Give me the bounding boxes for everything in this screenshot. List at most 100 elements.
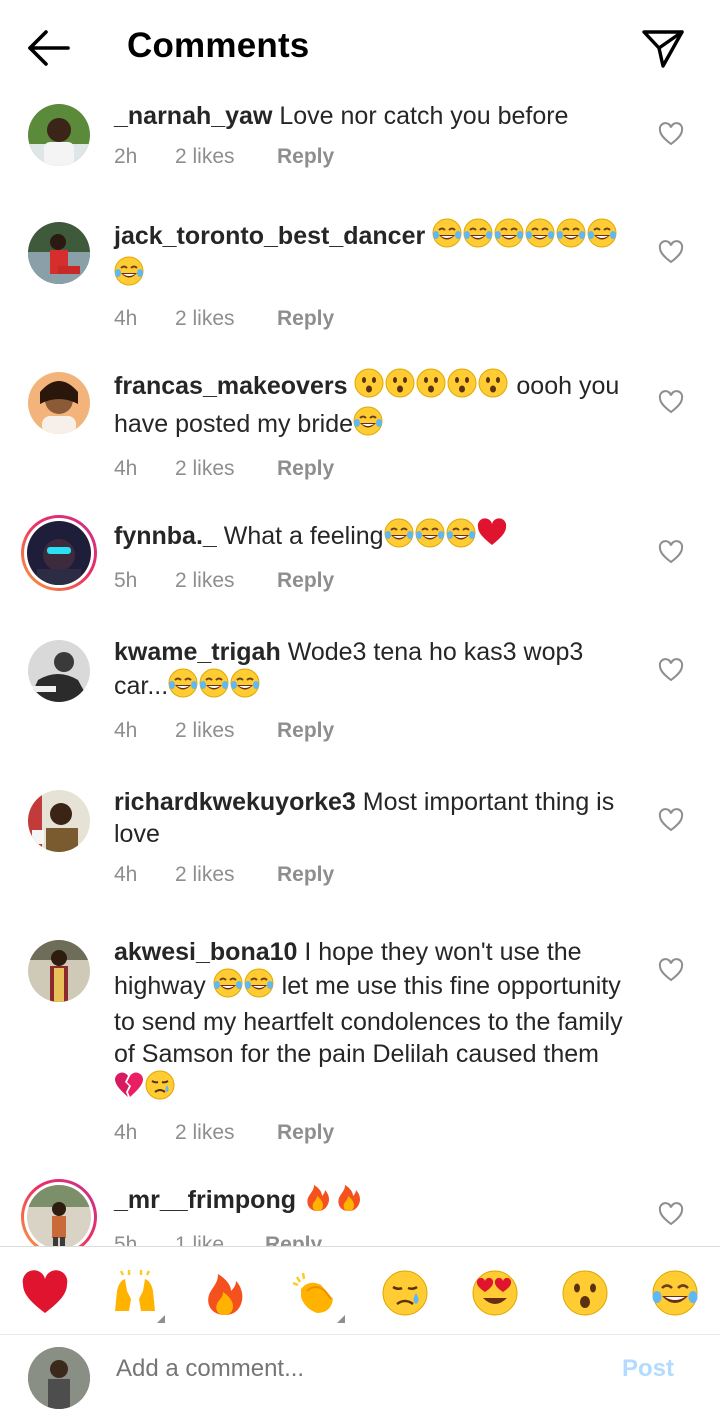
- reaction-red-heart[interactable]: [21, 1269, 69, 1317]
- share-button[interactable]: [640, 24, 686, 70]
- joy-emoji: [587, 218, 617, 256]
- joy-emoji: [353, 406, 383, 444]
- comment-likes[interactable]: 2 likes: [175, 860, 277, 890]
- quick-reactions-bar: [0, 1246, 720, 1335]
- comment-meta: 5h 1 like Reply: [114, 1230, 634, 1246]
- joy-emoji: [114, 256, 144, 294]
- joy-emoji: [494, 218, 524, 256]
- reaction-raising-hands[interactable]: [111, 1269, 165, 1323]
- like-comment-button[interactable]: [658, 808, 684, 832]
- like-comment-button[interactable]: [658, 540, 684, 564]
- comment-username[interactable]: jack_toronto_best_dancer: [114, 222, 425, 250]
- joy-emoji: [244, 968, 274, 1006]
- fire-emoji: [303, 1182, 333, 1220]
- avatar[interactable]: [28, 790, 90, 852]
- broken-heart-emoji: [114, 1070, 144, 1108]
- avatar-story-ring[interactable]: [21, 515, 97, 591]
- comment-likes[interactable]: 2 likes: [175, 454, 277, 484]
- comment-meta: 2h 2 likes Reply: [114, 142, 634, 172]
- heart-outline-icon: [658, 122, 684, 146]
- comment-text: fynnba._ What a feeling: [114, 518, 634, 556]
- avatar[interactable]: [28, 104, 90, 166]
- comment-username[interactable]: _narnah_yaw: [114, 102, 272, 130]
- like-comment-button[interactable]: [658, 122, 684, 146]
- hushed-face-icon: [562, 1270, 608, 1316]
- comment-username[interactable]: fynnba._: [114, 522, 217, 550]
- comment-text: jack_toronto_best_dancer: [114, 218, 634, 294]
- comment-time: 5h: [114, 569, 138, 592]
- avatar[interactable]: [28, 640, 90, 702]
- reaction-fire[interactable]: [201, 1269, 249, 1317]
- hushed-emoji: [354, 368, 384, 406]
- heart-outline-icon: [658, 540, 684, 564]
- comment-likes[interactable]: 2 likes: [175, 1118, 277, 1148]
- post-button[interactable]: Post: [622, 1355, 674, 1383]
- comment-meta: 4h 2 likes Reply: [114, 860, 634, 890]
- joy-emoji: [556, 218, 586, 256]
- like-comment-button[interactable]: [658, 1202, 684, 1226]
- like-comment-button[interactable]: [658, 240, 684, 264]
- back-button[interactable]: [26, 28, 72, 68]
- reaction-hushed-face[interactable]: [561, 1269, 609, 1317]
- reply-button[interactable]: Reply: [265, 1230, 322, 1246]
- comment-meta: 4h 2 likes Reply: [114, 454, 634, 484]
- reaction-heart-eyes[interactable]: [471, 1269, 519, 1317]
- comment-text: akwesi_bona10 I hope they won't use the …: [114, 936, 634, 1108]
- joy-emoji: [432, 218, 462, 256]
- like-comment-button[interactable]: [658, 390, 684, 414]
- reply-button[interactable]: Reply: [277, 716, 334, 746]
- hushed-emoji: [385, 368, 415, 406]
- comment-likes[interactable]: 2 likes: [175, 716, 277, 746]
- reply-button[interactable]: Reply: [277, 860, 334, 890]
- comment-text: francas_makeovers oooh you have posted m…: [114, 368, 634, 444]
- comment-body: What a feeling: [223, 522, 384, 550]
- comment-time: 2h: [114, 145, 138, 168]
- comment-time: 4h: [114, 307, 138, 330]
- comment-list[interactable]: _narnah_yaw Love nor catch you before 2h…: [0, 96, 720, 1246]
- comment-time: 4h: [114, 457, 138, 480]
- comment-body: Love nor catch you before: [279, 102, 569, 130]
- reply-button[interactable]: Reply: [277, 1118, 334, 1148]
- reaction-clapping-hands[interactable]: [291, 1269, 345, 1323]
- reaction-joy-face[interactable]: [651, 1269, 699, 1317]
- comment-likes[interactable]: 2 likes: [175, 566, 277, 596]
- reply-button[interactable]: Reply: [277, 566, 334, 596]
- reply-button[interactable]: Reply: [277, 142, 334, 172]
- joy-emoji: [384, 518, 414, 556]
- reply-button[interactable]: Reply: [277, 454, 334, 484]
- joy-emoji: [199, 668, 229, 706]
- avatar-story-ring[interactable]: [21, 1179, 97, 1246]
- comment-likes[interactable]: 2 likes: [175, 304, 277, 334]
- comment-username[interactable]: kwame_trigah: [114, 638, 281, 666]
- header-bar: Comments: [0, 0, 720, 96]
- comment-input[interactable]: [114, 1353, 578, 1385]
- comment-meta: 4h 2 likes Reply: [114, 1118, 634, 1148]
- like-comment-button[interactable]: [658, 958, 684, 982]
- heart-outline-icon: [658, 390, 684, 414]
- comment-likes[interactable]: 2 likes: [175, 142, 277, 172]
- joy-emoji: [446, 518, 476, 556]
- hushed-emoji: [478, 368, 508, 406]
- clapping-hands-icon: [292, 1272, 333, 1313]
- heart-outline-icon: [658, 808, 684, 832]
- comment-text: _narnah_yaw Love nor catch you before: [114, 100, 634, 132]
- joy-emoji: [213, 968, 243, 1006]
- comment-time: 4h: [114, 1121, 138, 1144]
- reply-button[interactable]: Reply: [277, 304, 334, 334]
- like-comment-button[interactable]: [658, 658, 684, 682]
- comment-username[interactable]: francas_makeovers: [114, 372, 348, 400]
- avatar[interactable]: [28, 222, 90, 284]
- comment-username[interactable]: _mr__frimpong: [114, 1186, 296, 1214]
- comment-username[interactable]: richardkwekuyorke3: [114, 788, 356, 816]
- heart-outline-icon: [658, 240, 684, 264]
- joy-emoji: [230, 668, 260, 706]
- comment-text: kwame_trigah Wode3 tena ho kas3 wop3 car…: [114, 636, 634, 706]
- comment-meta: 4h 2 likes Reply: [114, 716, 634, 746]
- comment-username[interactable]: akwesi_bona10: [114, 938, 297, 966]
- comment-likes[interactable]: 1 like: [175, 1230, 265, 1246]
- reaction-crying-face[interactable]: [381, 1269, 429, 1317]
- avatar[interactable]: [28, 372, 90, 434]
- avatar[interactable]: [28, 940, 90, 1002]
- hushed-emoji: [447, 368, 477, 406]
- page-title: Comments: [127, 26, 310, 65]
